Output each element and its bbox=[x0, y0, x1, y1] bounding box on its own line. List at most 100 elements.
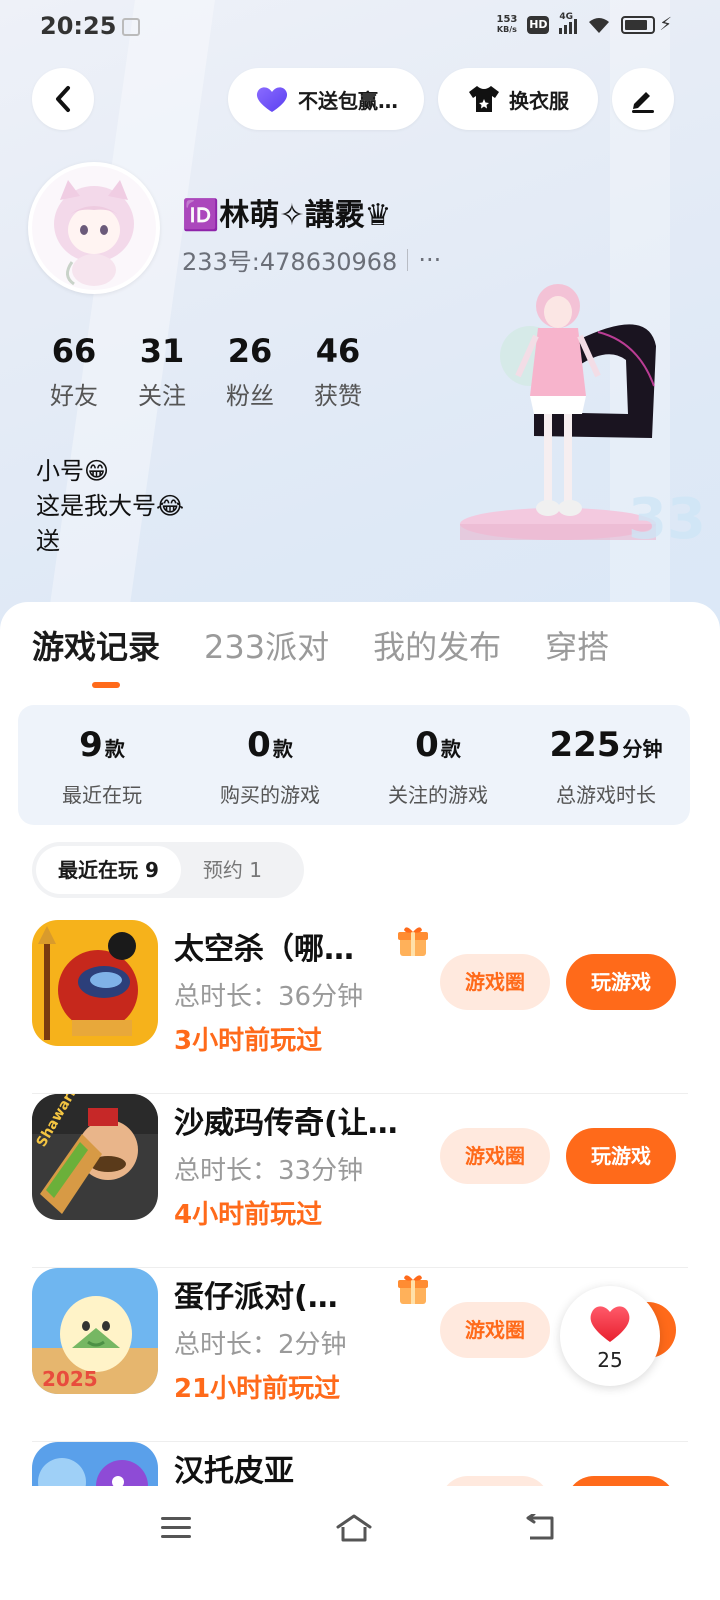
game-duration: 总时长：2分钟 bbox=[174, 1330, 347, 1360]
status-bar: 20:25 153 KB/s HD 4G ⚡ bbox=[0, 0, 720, 56]
avatar[interactable] bbox=[28, 162, 160, 294]
tab-game-records[interactable]: 游戏记录 bbox=[32, 622, 160, 668]
change-clothes-button[interactable]: 换衣服 bbox=[438, 68, 598, 130]
summary-recent[interactable]: 9款 最近在玩 bbox=[18, 705, 186, 825]
stat-following[interactable]: 31 关注 bbox=[118, 332, 206, 411]
stat-value: 46 bbox=[315, 332, 361, 370]
stat-label: 关注 bbox=[138, 382, 186, 410]
game-subtabs: 最近在玩 9 预约 1 bbox=[32, 842, 304, 898]
game-circle-button[interactable]: 游戏圈 bbox=[440, 954, 550, 1010]
game-duration: 总时长：33分钟 bbox=[174, 1156, 364, 1186]
game-title: 沙威玛传奇(让… bbox=[174, 1106, 398, 1141]
play-game-button[interactable]: 玩游戏 bbox=[566, 1128, 676, 1184]
nickname: 🆔林萌✧講霚♛ bbox=[182, 198, 392, 233]
charging-icon: ⚡ bbox=[659, 14, 672, 35]
svg-text:33: 33 bbox=[628, 487, 706, 552]
gift-icon[interactable] bbox=[396, 1272, 430, 1306]
like-count: 25 bbox=[597, 1348, 623, 1372]
summary-unit: 款 bbox=[104, 737, 125, 761]
divider bbox=[407, 248, 409, 271]
game-title: 蛋仔派对(… bbox=[174, 1280, 338, 1315]
summary-unit: 款 bbox=[272, 737, 293, 761]
play-game-button[interactable]: 玩游戏 bbox=[566, 954, 676, 1010]
net-speed: 153 KB/s bbox=[496, 13, 518, 35]
stat-label: 好友 bbox=[50, 382, 98, 410]
back-arrow-icon bbox=[526, 1514, 554, 1540]
user-id-row: 233号:478630968 ··· bbox=[182, 242, 441, 277]
tab-my-posts[interactable]: 我的发布 bbox=[373, 622, 501, 668]
stat-label: 获赞 bbox=[314, 382, 362, 410]
summary-value: 0 bbox=[247, 725, 271, 765]
tshirt-icon bbox=[469, 86, 499, 112]
subtab-reserved[interactable]: 预约 1 bbox=[181, 846, 284, 894]
bio: 小号😁 这是我大号😂 送 bbox=[36, 454, 184, 559]
game-icon-shawarma[interactable]: Shawarma bbox=[32, 1094, 158, 1220]
gift-heart-label: 不送包赢… bbox=[298, 88, 398, 113]
profile-tabs: 游戏记录 233派对 我的发布 穿搭 bbox=[32, 622, 609, 668]
3d-character-image[interactable]: 33 bbox=[458, 276, 708, 576]
summary-label: 最近在玩 bbox=[62, 783, 142, 807]
game-title: 汉托皮亚 bbox=[174, 1454, 294, 1489]
game-icon-eggy-party[interactable]: 2025 bbox=[32, 1268, 158, 1394]
game-last-played: 21小时前玩过 bbox=[174, 1374, 341, 1404]
tab-indicator bbox=[92, 682, 120, 688]
stat-label: 粉丝 bbox=[226, 382, 274, 410]
game-icon-space-kill[interactable] bbox=[32, 920, 158, 1046]
game-summary: 9款 最近在玩 0款 购买的游戏 0款 关注的游戏 225 分钟 总游戏时长 bbox=[18, 705, 690, 825]
notification-icon bbox=[122, 18, 140, 36]
gift-icon[interactable] bbox=[396, 924, 430, 958]
back-nav-button[interactable] bbox=[510, 1506, 570, 1550]
summary-unit: 分钟 bbox=[622, 737, 663, 761]
summary-followed[interactable]: 0款 关注的游戏 bbox=[354, 705, 522, 825]
summary-value: 225 bbox=[549, 725, 621, 765]
bio-line: 小号😁 bbox=[36, 457, 110, 485]
summary-label: 总游戏时长 bbox=[556, 783, 656, 807]
wifi-icon bbox=[589, 17, 610, 33]
home-icon bbox=[336, 1514, 372, 1542]
game-circle-button[interactable]: 游戏圈 bbox=[440, 1302, 550, 1358]
status-icons: 153 KB/s HD 4G ⚡ bbox=[496, 12, 672, 36]
stat-value: 31 bbox=[139, 332, 185, 370]
menu-nav-button[interactable] bbox=[146, 1506, 206, 1550]
profile-stats: 66 好友 31 关注 26 粉丝 46 获赞 bbox=[30, 332, 382, 411]
network-type-label: 4G bbox=[559, 11, 574, 22]
heart-icon bbox=[590, 1306, 630, 1342]
summary-label: 关注的游戏 bbox=[388, 783, 488, 807]
game-list-item[interactable]: Shawarma 沙威玛传奇(让… 总时长：33分钟 4小时前玩过 游戏圈 玩游… bbox=[32, 1094, 688, 1268]
summary-total-time[interactable]: 225 分钟 总游戏时长 bbox=[522, 705, 690, 825]
more-options-button[interactable]: ··· bbox=[418, 246, 441, 274]
tab-outfits[interactable]: 穿搭 bbox=[545, 622, 609, 668]
cellular-signal-icon: 4G bbox=[559, 12, 578, 34]
net-speed-unit: KB/s bbox=[496, 24, 517, 34]
summary-value: 9 bbox=[79, 725, 103, 765]
stat-likes[interactable]: 46 获赞 bbox=[294, 332, 382, 411]
summary-unit: 款 bbox=[440, 737, 461, 761]
stat-friends[interactable]: 66 好友 bbox=[30, 332, 118, 411]
summary-label: 购买的游戏 bbox=[220, 783, 320, 807]
pencil-icon bbox=[632, 92, 654, 113]
back-button[interactable] bbox=[32, 68, 94, 130]
bio-line: 送 bbox=[36, 527, 60, 555]
year-badge-text: 2025 bbox=[42, 1367, 98, 1391]
stat-fans[interactable]: 26 粉丝 bbox=[206, 332, 294, 411]
game-circle-button[interactable]: 游戏圈 bbox=[440, 1128, 550, 1184]
status-time: 20:25 bbox=[40, 12, 117, 40]
battery-icon bbox=[621, 15, 656, 34]
like-button[interactable]: 25 bbox=[560, 1286, 660, 1386]
gift-heart-button[interactable]: 不送包赢… bbox=[228, 68, 424, 130]
summary-value: 0 bbox=[415, 725, 439, 765]
net-speed-value: 153 bbox=[496, 13, 518, 25]
game-last-played: 3小时前玩过 bbox=[174, 1026, 323, 1056]
heart-icon bbox=[256, 87, 288, 112]
game-title: 太空杀（哪… bbox=[174, 932, 354, 967]
subtab-recent[interactable]: 最近在玩 9 bbox=[36, 846, 181, 894]
menu-icon bbox=[161, 1517, 191, 1538]
tab-233-party[interactable]: 233派对 bbox=[204, 622, 329, 668]
edit-profile-button[interactable] bbox=[612, 68, 674, 130]
home-nav-button[interactable] bbox=[324, 1506, 384, 1550]
chevron-left-icon bbox=[56, 86, 70, 112]
game-list-item[interactable]: 太空杀（哪… 总时长：36分钟 3小时前玩过 游戏圈 玩游戏 bbox=[32, 920, 688, 1094]
change-clothes-label: 换衣服 bbox=[509, 88, 569, 113]
summary-purchased[interactable]: 0款 购买的游戏 bbox=[186, 705, 354, 825]
anime-avatar-image bbox=[32, 166, 156, 290]
